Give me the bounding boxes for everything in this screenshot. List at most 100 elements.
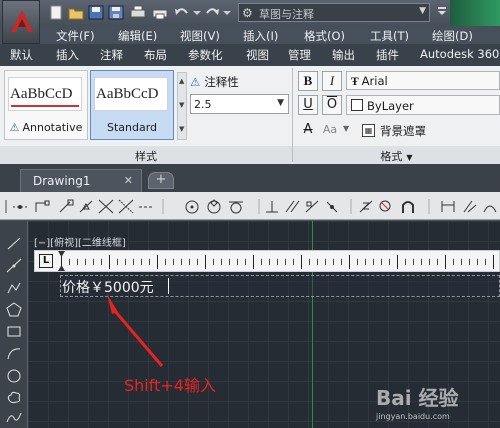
polygon-tool-icon[interactable] [6, 302, 22, 317]
workspace-name: 草图与注释 [259, 8, 314, 21]
tab-manage[interactable]: 管理 [288, 47, 311, 63]
chevron-down-icon: ▼ [406, 153, 413, 162]
tab-plugins[interactable]: 插件 [376, 47, 399, 63]
snap-node-icon[interactable] [324, 199, 340, 214]
style-preview: AaBbCcD [8, 77, 82, 111]
menu-insert[interactable]: 插入(I) [243, 28, 278, 44]
expand-gallery-icon: ▼ [179, 125, 185, 133]
rectangle-tool-icon[interactable] [6, 324, 22, 339]
annotative-icon: ⚠ [9, 121, 20, 134]
new-tab-button[interactable]: + [148, 172, 174, 189]
arc-length-icon[interactable] [482, 199, 498, 214]
close-icon[interactable]: ✕ [124, 174, 133, 187]
snap-parallel-icon[interactable] [284, 199, 300, 214]
autocad-logo-icon [11, 10, 33, 32]
text-style-annotative[interactable]: AaBbCcD ⚠ Annotative [4, 70, 88, 140]
workspace-selector[interactable]: ⚙ 草图与注释 ▼ [238, 3, 430, 22]
chevron-down-icon: ▼ [277, 98, 284, 108]
bold-button[interactable]: B [298, 71, 318, 91]
menu-tools[interactable]: 工具(T) [370, 28, 409, 44]
linear-dimension-icon[interactable] [440, 199, 456, 214]
tab-insert[interactable]: 插入 [56, 47, 79, 63]
tab-stop-selector[interactable]: L [39, 254, 53, 268]
background-mask-icon[interactable]: ▦ [362, 124, 375, 137]
tab-view[interactable]: 视图 [246, 47, 269, 63]
construction-line-icon[interactable] [6, 258, 22, 273]
tab-autodesk-360[interactable]: Autodesk 360 [420, 47, 499, 61]
snap-from-icon[interactable] [34, 199, 50, 214]
circle-tool-icon[interactable] [6, 368, 22, 383]
snap-endpoint-icon[interactable] [58, 199, 74, 214]
color-name: ByLayer [367, 99, 414, 113]
viewport-controls-label[interactable]: [−][俯视][二维线框] [34, 234, 126, 249]
plot-icon[interactable] [130, 5, 146, 20]
document-tab[interactable]: Drawing1 ✕ [20, 169, 142, 192]
snap-nearest-icon[interactable] [358, 199, 374, 214]
tab-layout[interactable]: 布局 [144, 47, 167, 63]
polyline-tool-icon[interactable] [6, 280, 22, 295]
chevron-up-icon: ▲ [179, 77, 185, 85]
tab-output[interactable]: 输出 [332, 47, 355, 63]
aligned-dimension-icon[interactable] [462, 199, 478, 214]
snap-none-icon[interactable] [378, 199, 394, 214]
background-mask-label[interactable]: 背景遮罩 [380, 123, 426, 139]
menu-view[interactable]: 视图(V) [180, 28, 220, 44]
snap-insert-icon[interactable] [304, 199, 320, 214]
text-style-standard[interactable]: AaBbCcD Standard [90, 70, 174, 140]
redo-dropdown-icon[interactable] [222, 5, 238, 20]
revision-cloud-icon[interactable] [6, 390, 22, 405]
snap-tangent-icon[interactable] [228, 199, 244, 214]
menu-draw[interactable]: 绘图(D) [432, 28, 473, 44]
snap-apparent-intersection-icon[interactable] [118, 199, 134, 214]
underline-button[interactable]: U [298, 95, 318, 115]
undo-icon[interactable] [174, 5, 190, 20]
spline-tool-icon[interactable] [6, 410, 22, 425]
style-label: Standard [106, 121, 158, 134]
tab-parametric[interactable]: 参数化 [188, 47, 223, 63]
snap-intersection-icon[interactable] [98, 199, 114, 214]
text-height-combo[interactable]: 2.5 ▼ [190, 94, 289, 114]
snap-perpendicular-icon[interactable] [264, 199, 280, 214]
toolbar-separator [160, 199, 176, 214]
menu-file[interactable]: 文件(F) [56, 28, 95, 44]
annotation-arrow [107, 294, 164, 367]
overline-button[interactable]: O [322, 95, 342, 115]
snap-center-icon[interactable] [184, 199, 200, 214]
tab-annotate[interactable]: 注释 [100, 47, 123, 63]
format-panel-title[interactable]: 格式 ▼ [293, 146, 500, 164]
print-icon[interactable] [152, 5, 168, 20]
color-combo[interactable]: ByLayer [346, 95, 500, 115]
line-tool-icon[interactable] [6, 236, 22, 251]
menu-edit[interactable]: 编辑(E) [118, 28, 157, 44]
strikethrough-button[interactable]: A [298, 120, 318, 140]
italic-button[interactable]: I [322, 71, 342, 91]
save-as-icon[interactable] [108, 5, 124, 20]
style-preview: AaBbCcD [94, 77, 168, 111]
arc-tool-icon[interactable] [6, 346, 22, 361]
text-editor-ruler[interactable]: L [34, 250, 500, 272]
ruler-major-ticks [61, 255, 500, 269]
change-case-button[interactable]: Aa [320, 120, 340, 140]
application-menu-button[interactable] [2, 0, 40, 44]
object-snap-settings-icon[interactable] [400, 199, 416, 214]
snap-extension-icon[interactable] [138, 199, 154, 214]
gallery-scroll[interactable]: ▲ ▼ ▼ [177, 72, 187, 140]
chevron-down-icon[interactable]: ▼ [343, 124, 349, 133]
open-file-icon[interactable] [68, 5, 84, 20]
style-panel-title[interactable]: 样式 [0, 146, 292, 164]
chevron-down-icon: ▼ [419, 6, 426, 16]
style-label: Annotative [22, 121, 83, 134]
tab-default[interactable]: 默认 [10, 47, 33, 63]
indent-marker[interactable] [58, 251, 65, 271]
snap-midpoint-icon[interactable] [78, 199, 94, 214]
snap-quadrant-icon[interactable] [206, 199, 222, 214]
redo-icon[interactable] [204, 5, 220, 20]
font-combo[interactable]: Ŧ Arial [346, 71, 500, 90]
annotative-toggle[interactable]: ⚠ 注释性 [190, 74, 239, 90]
document-tab-label: Drawing1 [33, 174, 91, 188]
annotative-icon: ⚠ [190, 75, 201, 89]
new-file-icon[interactable] [48, 5, 64, 20]
save-icon[interactable] [88, 5, 104, 20]
menu-format[interactable]: 格式(O) [304, 28, 345, 44]
temporary-track-icon[interactable] [12, 199, 28, 214]
